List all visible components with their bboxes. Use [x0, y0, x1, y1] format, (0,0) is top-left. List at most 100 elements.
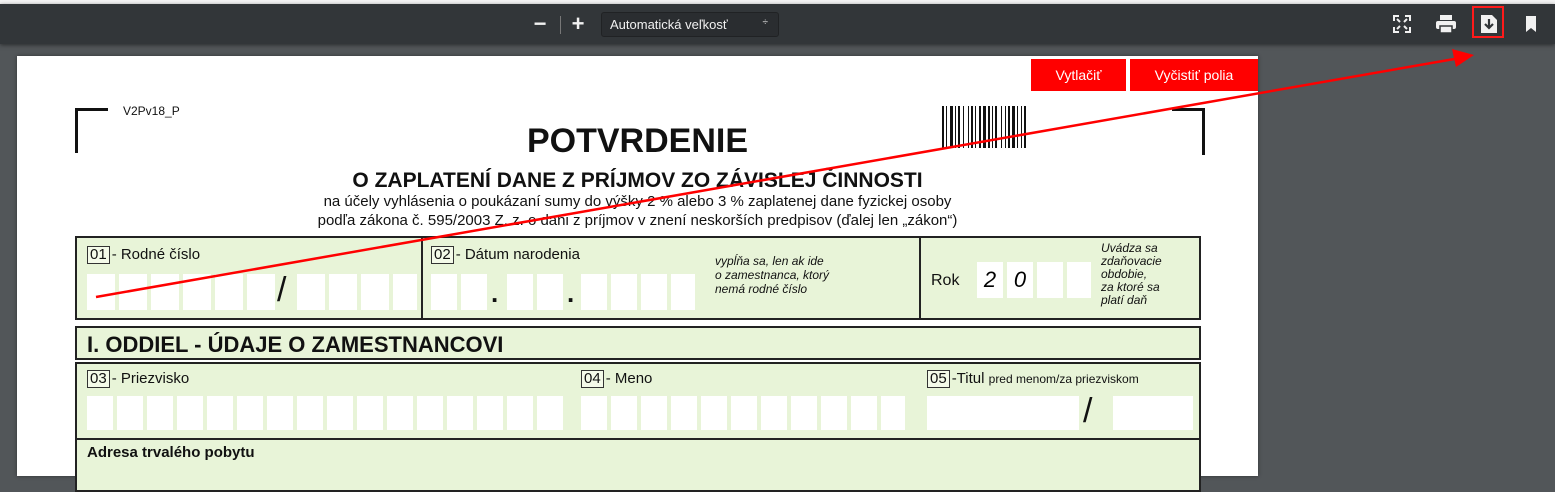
digit-cell[interactable]: [507, 274, 533, 310]
date-dot: .: [567, 278, 575, 308]
letter-cell[interactable]: [881, 396, 905, 430]
letter-cell[interactable]: [507, 396, 533, 430]
zoom-out-button[interactable]: −: [528, 11, 552, 36]
digit-cell[interactable]: [183, 274, 211, 310]
digit-cell[interactable]: [151, 274, 179, 310]
digit-cell[interactable]: [581, 274, 607, 310]
download-icon: [1481, 15, 1497, 33]
letter-cell[interactable]: [581, 396, 607, 430]
year-digit-cell[interactable]: 0: [1007, 262, 1033, 298]
letter-cell[interactable]: [267, 396, 293, 430]
letter-cell[interactable]: [237, 396, 263, 430]
year-digit-cell[interactable]: [1037, 262, 1063, 298]
field-02-note: vypĺňa sa, len ak ide o zamestnanca, kto…: [715, 254, 829, 296]
letter-cell[interactable]: [641, 396, 667, 430]
form-code: V2Pv18_P: [123, 104, 180, 118]
field-number: 01: [87, 246, 110, 264]
period-note: Uvádza sa zdaňovacie obdobie, za ktoré s…: [1101, 242, 1162, 307]
letter-cell[interactable]: [87, 396, 113, 430]
letter-cell[interactable]: [327, 396, 353, 430]
fit-page-button[interactable]: [1392, 14, 1412, 34]
letter-cell[interactable]: [447, 396, 473, 430]
digit-cell[interactable]: [641, 274, 667, 310]
letter-cell[interactable]: [537, 396, 563, 430]
digit-cell[interactable]: [247, 274, 275, 310]
title-before-label: pred menom: [988, 372, 1057, 386]
letter-cell[interactable]: [357, 396, 383, 430]
digit-cell[interactable]: [431, 274, 457, 310]
field-number: 03: [87, 370, 110, 388]
digit-cell[interactable]: [393, 274, 417, 310]
print-button[interactable]: [1435, 14, 1457, 34]
pdf-page: Vytlačiť Vyčistiť polia V2Pv18_P POTVRDE…: [17, 56, 1258, 492]
letter-cell[interactable]: [387, 396, 413, 430]
field-label-text: - Priezvisko: [111, 370, 190, 387]
clear-fields-button[interactable]: Vyčistiť polia: [1130, 59, 1258, 91]
year-digit-cell[interactable]: [1067, 262, 1091, 298]
field-04-label: 04- Meno: [581, 370, 652, 388]
letter-cell[interactable]: [821, 396, 847, 430]
letter-cell[interactable]: [761, 396, 787, 430]
note-line: nemá rodné číslo: [715, 282, 808, 296]
field-02-label: 02- Dátum narodenia: [431, 246, 580, 264]
letter-cell[interactable]: [671, 396, 697, 430]
download-button[interactable]: [1478, 13, 1500, 35]
field-label-text: - Meno: [605, 370, 653, 387]
field-label-text: -Titul: [951, 370, 985, 387]
field-01-label: 01- Rodné číslo: [87, 246, 200, 264]
birth-number-slash: /: [277, 271, 287, 309]
annotation-arrow-head: [1452, 49, 1474, 67]
digit-cell[interactable]: [361, 274, 389, 310]
title-slash: /: [1083, 392, 1093, 430]
bookmark-button[interactable]: [1521, 14, 1541, 34]
print-form-button[interactable]: Vytlačiť: [1031, 59, 1126, 91]
zoom-select[interactable]: Automatická veľkosť ÷: [601, 12, 779, 37]
zoom-in-button[interactable]: +: [566, 11, 590, 36]
field-03-label: 03- Priezvisko: [87, 370, 189, 388]
digit-cell[interactable]: [537, 274, 563, 310]
letter-cell[interactable]: [611, 396, 637, 430]
title-after-label: za priezviskom: [1059, 372, 1139, 386]
digit-cell[interactable]: [611, 274, 637, 310]
digit-cell[interactable]: [461, 274, 487, 310]
year-label: Rok: [931, 272, 960, 289]
select-arrow-icon: ÷: [762, 17, 769, 28]
letter-cell[interactable]: [207, 396, 233, 430]
print-icon: [1436, 15, 1456, 34]
digit-cell[interactable]: [87, 274, 115, 310]
field-label-text: - Dátum narodenia: [455, 246, 580, 263]
letter-cell[interactable]: [701, 396, 727, 430]
zoom-select-value: Automatická veľkosť: [610, 17, 728, 32]
digit-cell[interactable]: [329, 274, 357, 310]
letter-cell[interactable]: [177, 396, 203, 430]
letter-cell[interactable]: [731, 396, 757, 430]
digit-cell[interactable]: [671, 274, 695, 310]
year-box: Rok 2 0 Uvádza sa zdaňovacie obdobie, za…: [919, 236, 1201, 320]
field-02-box: 02- Dátum narodenia . . vypĺňa sa, len a…: [421, 236, 921, 320]
letter-cell[interactable]: [791, 396, 817, 430]
year-digit-cell[interactable]: 2: [977, 262, 1003, 298]
letter-cell[interactable]: [851, 396, 877, 430]
field-label-text: - Rodné číslo: [111, 246, 201, 263]
title-after-input[interactable]: [1113, 396, 1193, 430]
letter-cell[interactable]: [117, 396, 143, 430]
field-01-box: 01- Rodné číslo /: [75, 236, 423, 320]
date-dot: .: [491, 278, 499, 308]
note-line: vypĺňa sa, len ak ide: [715, 254, 824, 268]
letter-cell[interactable]: [477, 396, 503, 430]
employee-name-box: 03- Priezvisko 04- Meno 05 -Titul pred m…: [75, 362, 1201, 492]
digit-cell[interactable]: [119, 274, 147, 310]
digit-cell[interactable]: [297, 274, 325, 310]
letter-cell[interactable]: [147, 396, 173, 430]
letter-cell[interactable]: [297, 396, 323, 430]
section-1-title: I. ODDIEL - ÚDAJE O ZAMESTNANCOVI: [87, 332, 504, 357]
field-number: 02: [431, 246, 454, 264]
title-before-input[interactable]: [927, 396, 1079, 430]
field-number: 05: [927, 370, 950, 388]
row-divider: [77, 438, 1199, 440]
field-05-label: 05 -Titul pred menom/za priezviskom: [927, 370, 1139, 388]
section-1-header: I. ODDIEL - ÚDAJE O ZAMESTNANCOVI: [75, 326, 1201, 360]
form-subtitle: O ZAPLATENÍ DANE Z PRÍJMOV ZO ZÁVISLEJ Č…: [352, 169, 923, 192]
letter-cell[interactable]: [417, 396, 443, 430]
digit-cell[interactable]: [215, 274, 243, 310]
